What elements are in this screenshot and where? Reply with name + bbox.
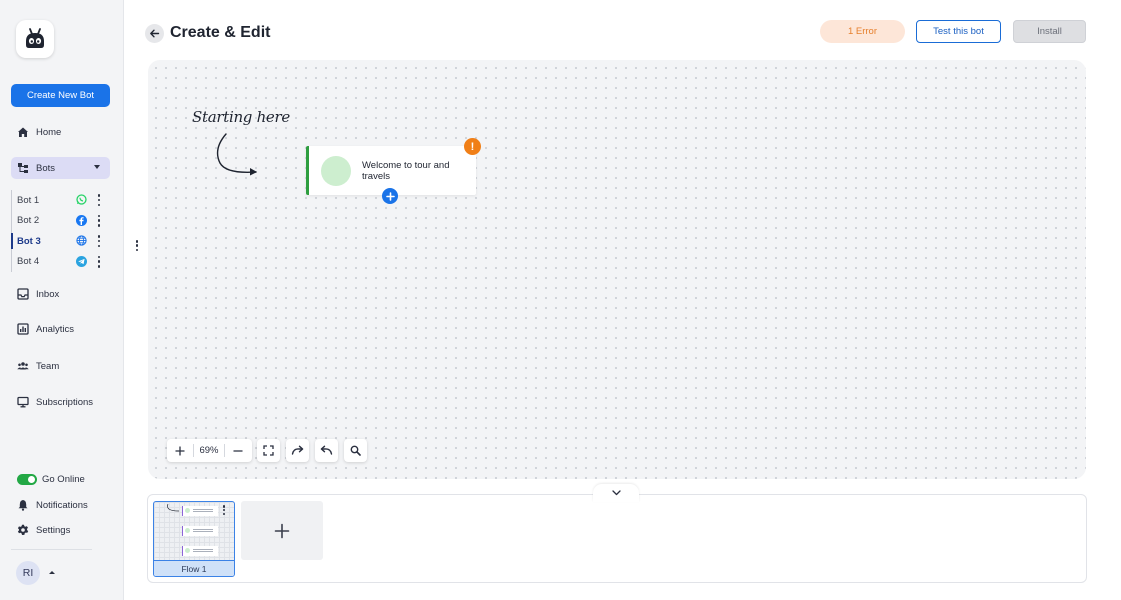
- bot-list: Bot 1 Bot 2 Bot 3 Bot 4: [11, 190, 110, 272]
- zoom-in-button[interactable]: [167, 439, 193, 462]
- create-new-bot-button[interactable]: Create New Bot: [11, 84, 110, 107]
- sidebar-item-label: Team: [36, 360, 60, 372]
- sidebar-item-label: Settings: [36, 524, 71, 536]
- back-button[interactable]: [145, 24, 164, 43]
- sidebar-item-label: Home: [36, 126, 62, 138]
- search-icon: [350, 445, 361, 456]
- home-icon: [18, 127, 28, 137]
- plus-icon: [175, 445, 185, 456]
- redo-icon: [291, 445, 304, 455]
- plus-icon: [274, 523, 290, 538]
- node-message: Welcome to tour and travels: [362, 160, 450, 182]
- chevron-down-icon: [611, 490, 621, 496]
- chevron-up-icon[interactable]: [49, 571, 55, 574]
- bot-item-1[interactable]: Bot 1: [12, 190, 110, 211]
- sidebar-item-label: Analytics: [36, 323, 75, 335]
- panel-collapse-toggle[interactable]: [593, 484, 639, 502]
- bots-icon: [18, 163, 28, 173]
- flow-thumbnail-node: [182, 526, 218, 536]
- bot-item-4[interactable]: Bot 4: [12, 252, 110, 273]
- sidebar-item-label: Inbox: [36, 288, 60, 300]
- bot-label: Bot 3: [17, 235, 41, 247]
- bot-menu-kebab-icon[interactable]: [96, 214, 102, 227]
- undo-button[interactable]: [315, 439, 338, 462]
- gear-icon: [17, 524, 29, 535]
- bot-label: Bot 2: [17, 215, 40, 227]
- arrow-left-icon: [150, 29, 160, 38]
- bot-menu-kebab-icon[interactable]: [96, 194, 102, 206]
- go-online-toggle[interactable]: Go Online: [11, 468, 110, 490]
- bot-menu-kebab-icon[interactable]: [96, 235, 102, 247]
- telegram-icon: [76, 255, 87, 267]
- zoom-control: 69%: [167, 439, 252, 462]
- node-avatar: [321, 156, 351, 186]
- redo-button[interactable]: [286, 439, 309, 462]
- flow-thumbnail-node: [182, 506, 218, 516]
- bot-label: Bot 4: [17, 256, 40, 268]
- minus-icon: [233, 449, 243, 452]
- bell-icon: [18, 500, 28, 511]
- undo-icon: [320, 445, 333, 455]
- sidebar-divider: [11, 549, 92, 550]
- sidebar-item-label: Notifications: [36, 499, 88, 511]
- add-flow-button[interactable]: [241, 501, 323, 560]
- inbox-icon: [17, 288, 29, 300]
- starting-here-annotation: Starting here: [192, 108, 290, 126]
- chevron-down-icon[interactable]: [94, 165, 100, 169]
- sidebar-item-team[interactable]: Team: [11, 355, 110, 377]
- user-avatar[interactable]: RI: [16, 561, 40, 585]
- sidebar-item-analytics[interactable]: Analytics: [11, 318, 110, 340]
- warning-icon[interactable]: !: [464, 138, 481, 155]
- sidebar-item-settings[interactable]: Settings: [11, 519, 110, 541]
- toggle-switch[interactable]: [17, 473, 37, 485]
- sidebar-item-subscriptions[interactable]: Subscriptions: [11, 391, 110, 413]
- search-button[interactable]: [344, 439, 367, 462]
- analytics-icon: [17, 323, 29, 335]
- plus-icon: [385, 191, 395, 201]
- subscriptions-icon: [17, 396, 29, 408]
- bot-label: Bot 1: [17, 194, 40, 206]
- add-node-button[interactable]: [382, 188, 398, 204]
- sidebar-item-label: Bots: [36, 162, 56, 174]
- install-button[interactable]: Install: [1013, 20, 1086, 43]
- bot-menu-kebab-icon[interactable]: [96, 255, 102, 268]
- sidebar-item-inbox[interactable]: Inbox: [11, 283, 110, 305]
- zoom-level: 69%: [199, 445, 219, 456]
- zoom-out-button[interactable]: [225, 439, 251, 462]
- curved-arrow-icon: [216, 133, 257, 176]
- flow-thumbnail-node: [182, 546, 218, 556]
- test-bot-button[interactable]: Test this bot: [916, 20, 1001, 43]
- fit-screen-button[interactable]: [257, 439, 280, 462]
- flow-label: Flow 1: [154, 560, 234, 576]
- bot-item-3[interactable]: Bot 3: [11, 231, 110, 252]
- web-globe-icon: [76, 235, 87, 246]
- sidebar-item-home[interactable]: Home: [11, 121, 110, 143]
- sidebar-item-bots[interactable]: Bots: [11, 157, 110, 179]
- sidebar-collapse-kebab-icon[interactable]: [135, 240, 139, 251]
- fullscreen-icon: [263, 445, 274, 456]
- team-icon: [17, 362, 29, 370]
- facebook-icon: [76, 214, 87, 226]
- flow-menu-kebab-icon[interactable]: [222, 505, 226, 515]
- whatsapp-icon: [76, 194, 87, 205]
- sidebar-item-notifications[interactable]: Notifications: [11, 494, 110, 516]
- go-online-label: Go Online: [42, 473, 85, 485]
- sidebar-item-label: Subscriptions: [36, 396, 94, 408]
- bot-logo-icon[interactable]: [16, 20, 54, 58]
- page-title: Create & Edit: [170, 24, 271, 41]
- bot-item-2[interactable]: Bot 2: [12, 211, 110, 232]
- error-badge[interactable]: 1 Error: [820, 20, 905, 43]
- sidebar: Create New Bot Home Bots Bot 1 Bot 2 Bot…: [0, 0, 124, 600]
